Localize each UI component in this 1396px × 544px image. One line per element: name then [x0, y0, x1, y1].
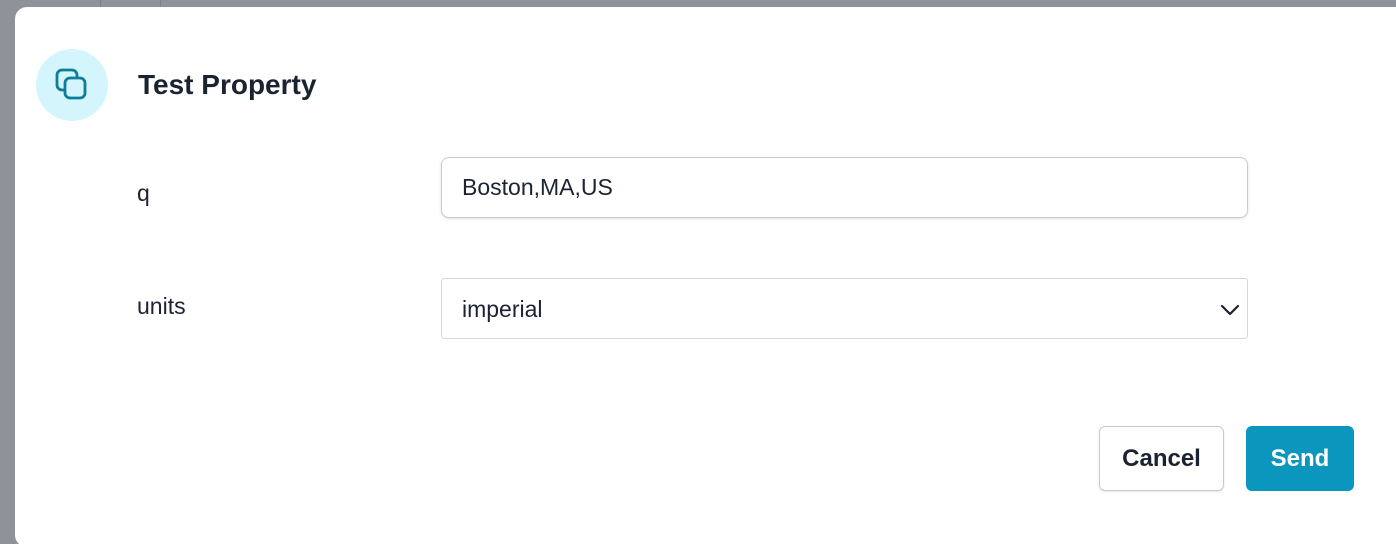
- dialog-title: Test Property: [138, 69, 317, 100]
- cancel-button[interactable]: Cancel: [1099, 426, 1224, 491]
- test-property-dialog: Test Property q units imperial Cancel Se…: [15, 7, 1396, 544]
- units-selected-value: imperial: [462, 296, 543, 322]
- q-field-label: q: [137, 180, 150, 206]
- units-field-label: units: [137, 293, 186, 319]
- units-select[interactable]: imperial: [441, 278, 1248, 339]
- copy-icon: [36, 49, 108, 121]
- chevron-down-icon: [1220, 304, 1240, 316]
- send-button[interactable]: Send: [1246, 426, 1354, 491]
- q-input[interactable]: [441, 157, 1248, 218]
